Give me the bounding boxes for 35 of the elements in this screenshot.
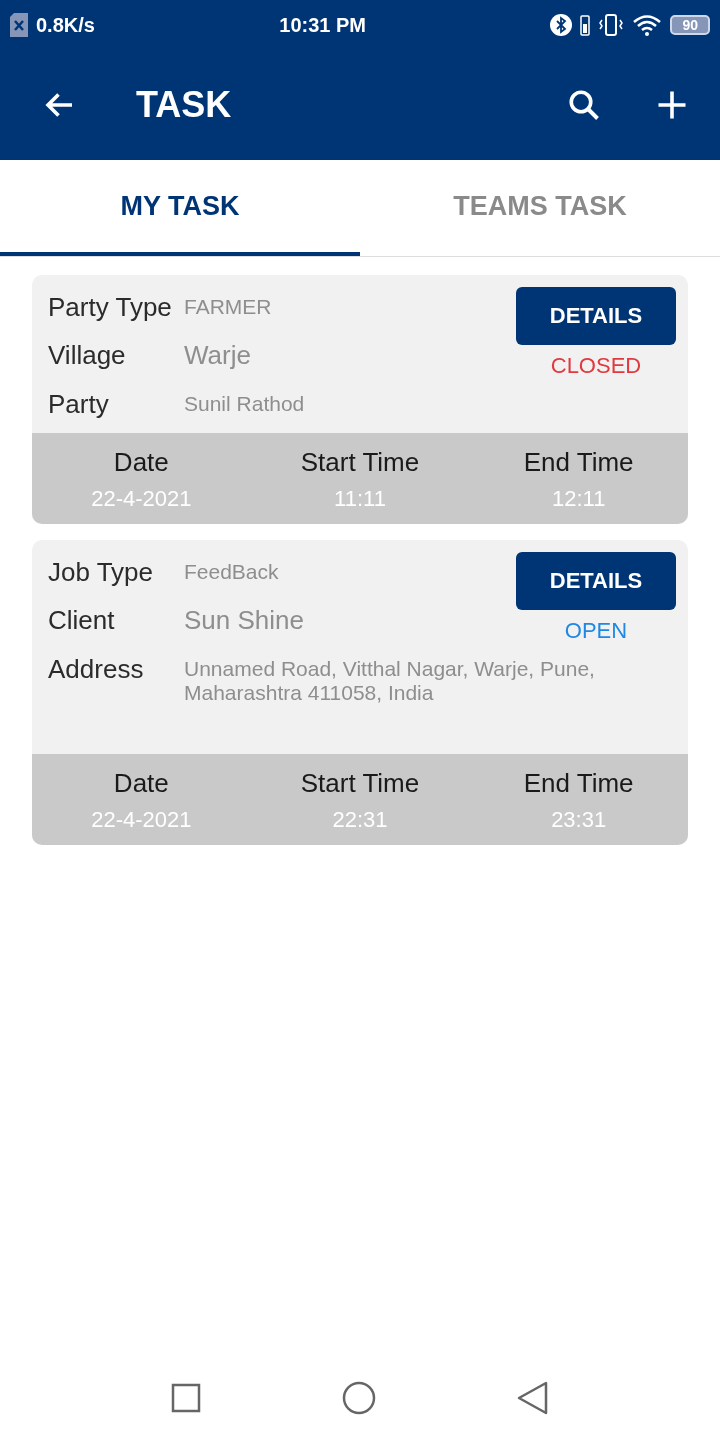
field-label: Client [48,605,116,635]
bluetooth-icon [550,14,573,36]
field-value: Unnamed Road, Vitthal Nagar, Warje, Pune, Maharashtra 411058, India [184,656,596,705]
column-heading: End Time [523,768,634,799]
square-icon [169,1382,202,1414]
sim-icon [10,13,28,37]
field-label: Party [48,389,110,419]
battery-level: 90 [670,15,710,35]
network-speed: 0.8K/s [36,13,95,37]
details-button[interactable]: DETAILS [516,552,676,610]
battery-small-icon [580,14,591,36]
task-status: CLOSED [550,353,642,379]
page-title: TASK [136,84,233,126]
column-heading: Date [113,768,169,799]
field-value: FeedBack [184,559,279,584]
wifi-icon [632,14,663,36]
field-value: Sun Shine [184,605,304,636]
clock: 10:31 PM [279,13,367,37]
column-heading: Start Time [300,447,420,478]
column-heading: Date [113,447,169,478]
field-label: Address [48,654,145,684]
details-button[interactable]: DETAILS [516,287,676,345]
field-value: FARMER [184,294,272,319]
task-status: OPEN [564,618,628,644]
recent-apps-button[interactable] [169,1382,202,1414]
column-heading: End Time [523,447,634,478]
field-label: Party Type [48,292,173,322]
circle-icon [341,1380,377,1416]
field-label: Job Type [48,557,155,587]
vibrate-icon [598,13,625,37]
column-heading: Start Time [300,768,420,799]
field-value: Sunil Rathod [184,391,305,416]
home-button[interactable] [341,1380,377,1416]
field-value: Warje [184,340,251,371]
field-label: Village [48,340,127,370]
